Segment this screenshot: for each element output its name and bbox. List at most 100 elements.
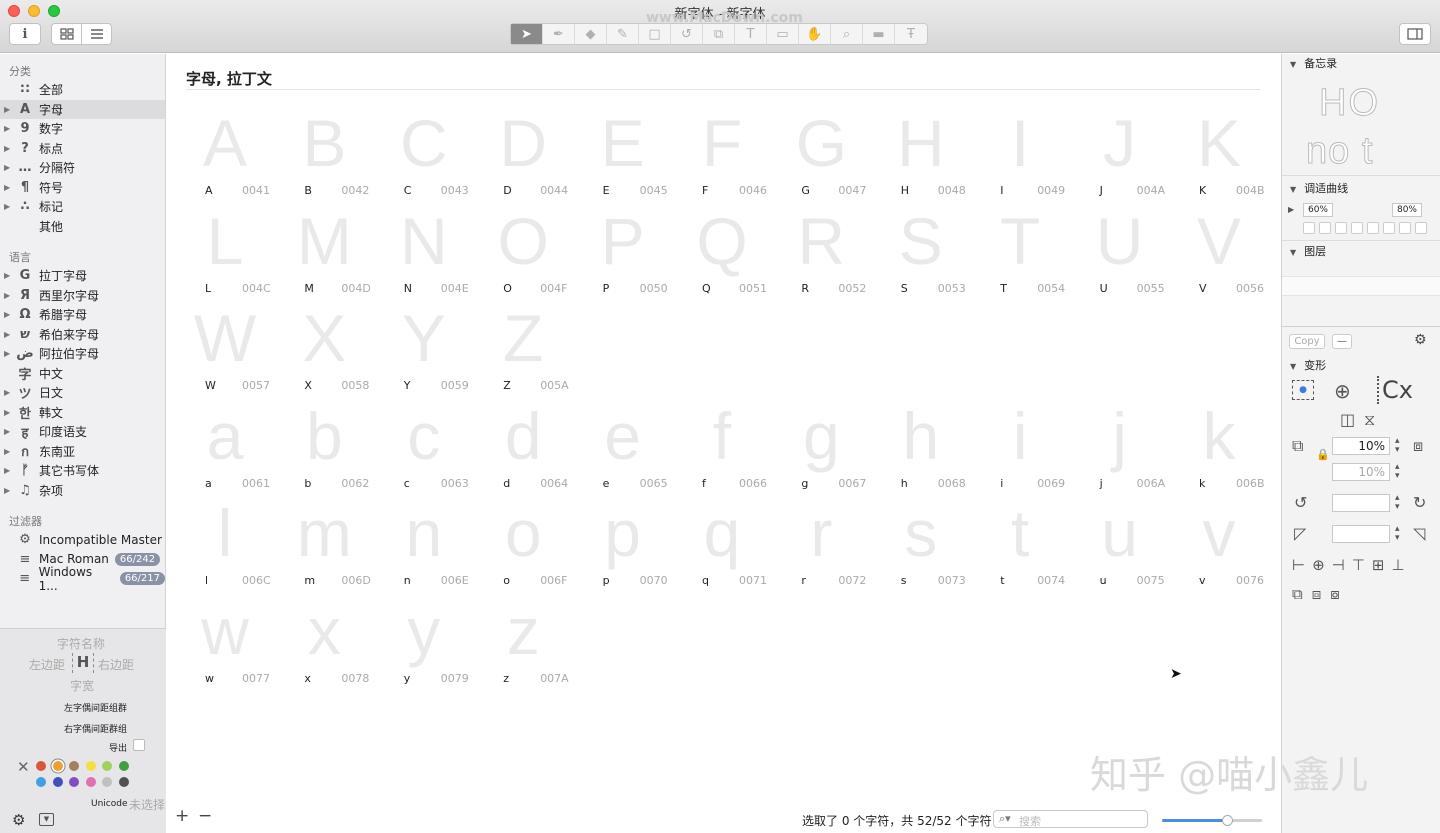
language-item-6[interactable]: ▶ ツ日文 — [0, 383, 165, 402]
glyph-cell[interactable]: E E 0045 — [564, 105, 668, 202]
language-item-2[interactable]: ▶ Ω 希腊字母 — [0, 305, 165, 324]
category-item-6[interactable]: ▶ ∴ 标记 — [0, 197, 165, 216]
glyph-cell[interactable]: D D 0044 — [464, 105, 568, 202]
glyph-cell[interactable]: L L 004C — [166, 203, 271, 300]
language-item-1[interactable]: ▶ Я 西里尔字母 — [0, 286, 165, 305]
category-item-1[interactable]: ▶ A 字母 — [0, 99, 165, 119]
disclosure-icon[interactable]: ▶ — [0, 408, 10, 417]
category-item-5[interactable]: ▶ ¶ 符号 — [0, 178, 165, 197]
glyph-cell[interactable]: X X 0058 — [265, 300, 369, 397]
language-item-7[interactable]: ▶ 한 韩文 — [0, 403, 165, 422]
curve-value-1[interactable]: 60% — [1303, 203, 1333, 217]
glyph-cell[interactable]: r r 0072 — [762, 495, 866, 592]
disclosure-icon[interactable]: ▶ — [0, 163, 10, 172]
glyph-cell[interactable]: U U 0055 — [1061, 203, 1165, 300]
notes-disclosure-icon[interactable]: ▼ — [1290, 60, 1296, 69]
category-item-2[interactable]: ▶ 9 数字 — [0, 119, 165, 138]
glyph-cell[interactable]: q q 0071 — [663, 495, 767, 592]
rotate-tool-icon[interactable]: ↺ — [671, 24, 703, 44]
glyph-cell[interactable]: R R 0052 — [762, 203, 867, 300]
disclosure-icon[interactable]: ▶ — [0, 105, 10, 114]
scale-apply-icon[interactable]: ⧈ — [1413, 436, 1423, 456]
color-swatch-7[interactable] — [52, 777, 63, 787]
eraser-tool-icon[interactable]: ◆ — [575, 24, 607, 44]
color-swatch-8[interactable] — [69, 777, 79, 787]
width-field[interactable]: 字宽 — [70, 677, 94, 694]
sidebar-toggle-button[interactable] — [1399, 23, 1431, 45]
category-item-3[interactable]: ▶? 标点 — [0, 139, 165, 158]
glyph-cell[interactable]: n n 006E — [365, 495, 469, 592]
add-glyph-button[interactable]: + — [175, 806, 189, 826]
remove-glyph-button[interactable]: − — [198, 806, 212, 826]
disclosure-icon[interactable]: ▶ — [0, 271, 10, 280]
glyph-cell[interactable]: Q Q 0051 — [663, 203, 767, 300]
glyph-cell[interactable]: C C 0043 — [365, 105, 469, 202]
language-item-10[interactable]: ▶ ᚠ 其它书写体 — [0, 461, 165, 480]
knife-tool-icon[interactable]: ✎ — [607, 24, 639, 44]
glyph-cell[interactable]: S S 0053 — [862, 203, 966, 300]
category-item-7[interactable]: 其他 — [0, 217, 165, 236]
scale-tool-icon[interactable]: ⧉ — [703, 24, 735, 44]
glyph-cell[interactable]: l l 006C — [166, 495, 271, 592]
slant-stepper-icon[interactable]: ▴ ▾ — [1395, 525, 1400, 543]
glyph-cell[interactable]: s s 0073 — [862, 495, 966, 592]
left-sidebearing-field[interactable]: 左边距 — [29, 656, 65, 673]
glyph-cell[interactable]: Z Z 005A — [464, 300, 569, 397]
align-right-icon[interactable]: ⊣ — [1332, 556, 1345, 574]
right-kerning-group[interactable]: 右字偶间距群组 — [64, 722, 127, 735]
color-swatch-6[interactable] — [36, 777, 46, 787]
left-kerning-group[interactable]: 左字偶间距组群 — [64, 701, 127, 714]
align-middle-icon[interactable]: ⊞ — [1372, 556, 1385, 574]
color-swatch-4[interactable] — [102, 761, 112, 771]
layer-gear-icon[interactable]: ⚙ — [1414, 332, 1427, 348]
scale-x-stepper-icon[interactable]: ▴ ▾ — [1395, 437, 1400, 455]
glyph-cell[interactable]: B B 0042 — [265, 105, 369, 202]
align-center-icon[interactable]: ⊕ — [1312, 556, 1325, 574]
scale-y-stepper-icon[interactable]: ▴ ▾ — [1395, 463, 1400, 481]
slant-right-icon[interactable]: ◹ — [1413, 524, 1425, 543]
flip-horizontal-icon[interactable]: ◫ — [1340, 410, 1355, 429]
language-item-3[interactable]: ▶ ש 希伯来字母 — [0, 325, 165, 344]
disclosure-icon[interactable]: ▶ — [0, 330, 10, 339]
rotate-field[interactable] — [1332, 494, 1390, 512]
glyph-cell[interactable]: c c 0063 — [365, 398, 469, 495]
glyph-cell[interactable]: w w 0077 — [166, 593, 270, 690]
filter-item-0[interactable]: ⚙ Incompatible Master — [0, 530, 165, 549]
glyph-cell[interactable]: g g 0067 — [762, 398, 866, 495]
disclosure-icon[interactable]: ▶ — [0, 183, 10, 192]
glyph-cell[interactable]: t t 0074 — [961, 495, 1065, 592]
category-item-0[interactable]: ∷ 全部 — [0, 80, 165, 99]
intersect-icon[interactable]: ⧇ — [1330, 585, 1340, 603]
language-item-4[interactable]: ▶ ض 阿拉伯字母 — [0, 344, 165, 363]
glyph-cell[interactable]: u u 0075 — [1061, 495, 1165, 592]
glyph-cell[interactable]: A A 0041 — [166, 105, 270, 202]
rotate-ccw-icon[interactable]: ↺ — [1294, 493, 1307, 512]
glyph-cell[interactable]: a a 0061 — [166, 398, 270, 495]
glyph-cell[interactable]: y y 0079 — [365, 593, 469, 690]
language-item-0[interactable]: ▶ G 拉丁字母 — [0, 266, 165, 285]
glyph-cell[interactable]: v v 0076 — [1160, 495, 1264, 592]
glyph-cell[interactable]: H H 0048 — [862, 105, 966, 202]
scale-y-field[interactable]: 10% — [1332, 463, 1390, 481]
grid-view-button[interactable] — [51, 23, 82, 45]
pen-tool-icon[interactable]: ✒ — [543, 24, 575, 44]
glyph-cell[interactable]: z z 007A — [464, 593, 569, 690]
align-left-icon[interactable]: ⊢ — [1292, 556, 1305, 574]
language-item-5[interactable]: 字中文 — [0, 364, 165, 383]
disclosure-icon[interactable]: ▶ — [0, 349, 10, 358]
center-origin-icon[interactable]: ⊕ — [1334, 379, 1351, 403]
flip-vertical-icon[interactable]: ⧖ — [1364, 410, 1375, 430]
scale-icon[interactable]: ⧉ — [1292, 436, 1303, 456]
glyph-cell[interactable]: b b 0062 — [265, 398, 369, 495]
align-top-icon[interactable]: ⊤ — [1352, 556, 1365, 574]
disclosure-icon[interactable]: ▶ — [0, 291, 10, 300]
disclosure-icon[interactable]: ▶ — [0, 427, 10, 436]
disclosure-icon[interactable]: ▶ — [0, 466, 10, 475]
gear-icon[interactable]: ⚙ — [12, 811, 25, 829]
zoom-tool-icon[interactable]: ⌕ — [831, 24, 863, 44]
color-swatch-2[interactable] — [69, 761, 79, 771]
search-input[interactable]: 搜索 — [1019, 813, 1041, 829]
cx-label[interactable]: Cx — [1377, 376, 1413, 404]
glyph-cell[interactable]: V V 0056 — [1160, 203, 1264, 300]
unicode-value[interactable]: 未选择 — [129, 796, 165, 813]
